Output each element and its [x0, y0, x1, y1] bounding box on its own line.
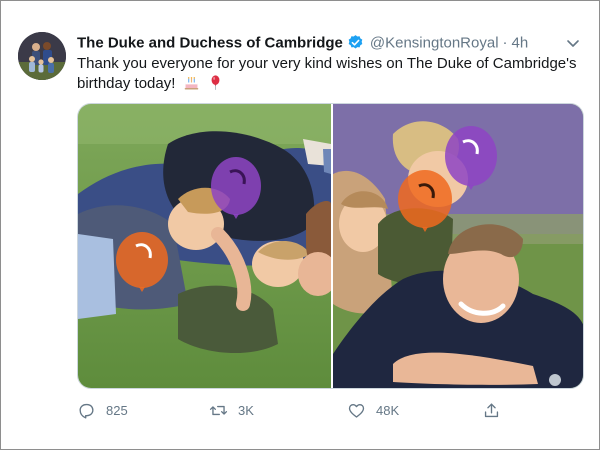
photo-left[interactable]: [78, 104, 331, 388]
like-count: 48K: [376, 402, 400, 418]
retweet-icon: [209, 405, 228, 415]
avatar[interactable]: [18, 32, 66, 80]
tweet-text: Thank you everyone for your very kind wi…: [77, 54, 582, 94]
media-grid: [77, 103, 584, 389]
avatar-family-photo: [18, 32, 66, 80]
tweet-card[interactable]: The Duke and Duchess of Cambridge @Kensin…: [0, 0, 600, 450]
birthday-cake-emoji-icon: [183, 74, 200, 91]
retweet-button[interactable]: 3K: [209, 399, 254, 421]
heart-icon: [348, 403, 365, 418]
verified-badge-icon: [347, 34, 364, 51]
retweet-count: 3K: [238, 402, 254, 418]
reply-count: 825: [106, 402, 128, 418]
timestamp[interactable]: 4h: [512, 34, 529, 51]
reply-icon: [79, 403, 94, 419]
tweet-header: The Duke and Duchess of Cambridge @Kensin…: [77, 34, 579, 54]
tweet-actions: 825 3K 48K: [77, 399, 507, 421]
like-button[interactable]: 48K: [347, 399, 399, 421]
share-icon: [484, 402, 499, 417]
share-button[interactable]: [482, 399, 511, 421]
separator-dot: ·: [502, 34, 508, 52]
more-options-chevron-down-icon[interactable]: [565, 35, 581, 51]
display-name[interactable]: The Duke and Duchess of Cambridge: [77, 34, 343, 51]
balloon-emoji-icon: [207, 74, 224, 91]
reply-button[interactable]: 825: [77, 399, 128, 421]
photo-right[interactable]: [333, 104, 583, 388]
handle[interactable]: @KensingtonRoyal: [370, 34, 499, 51]
tweet-body: Thank you everyone for your very kind wi…: [77, 55, 577, 92]
